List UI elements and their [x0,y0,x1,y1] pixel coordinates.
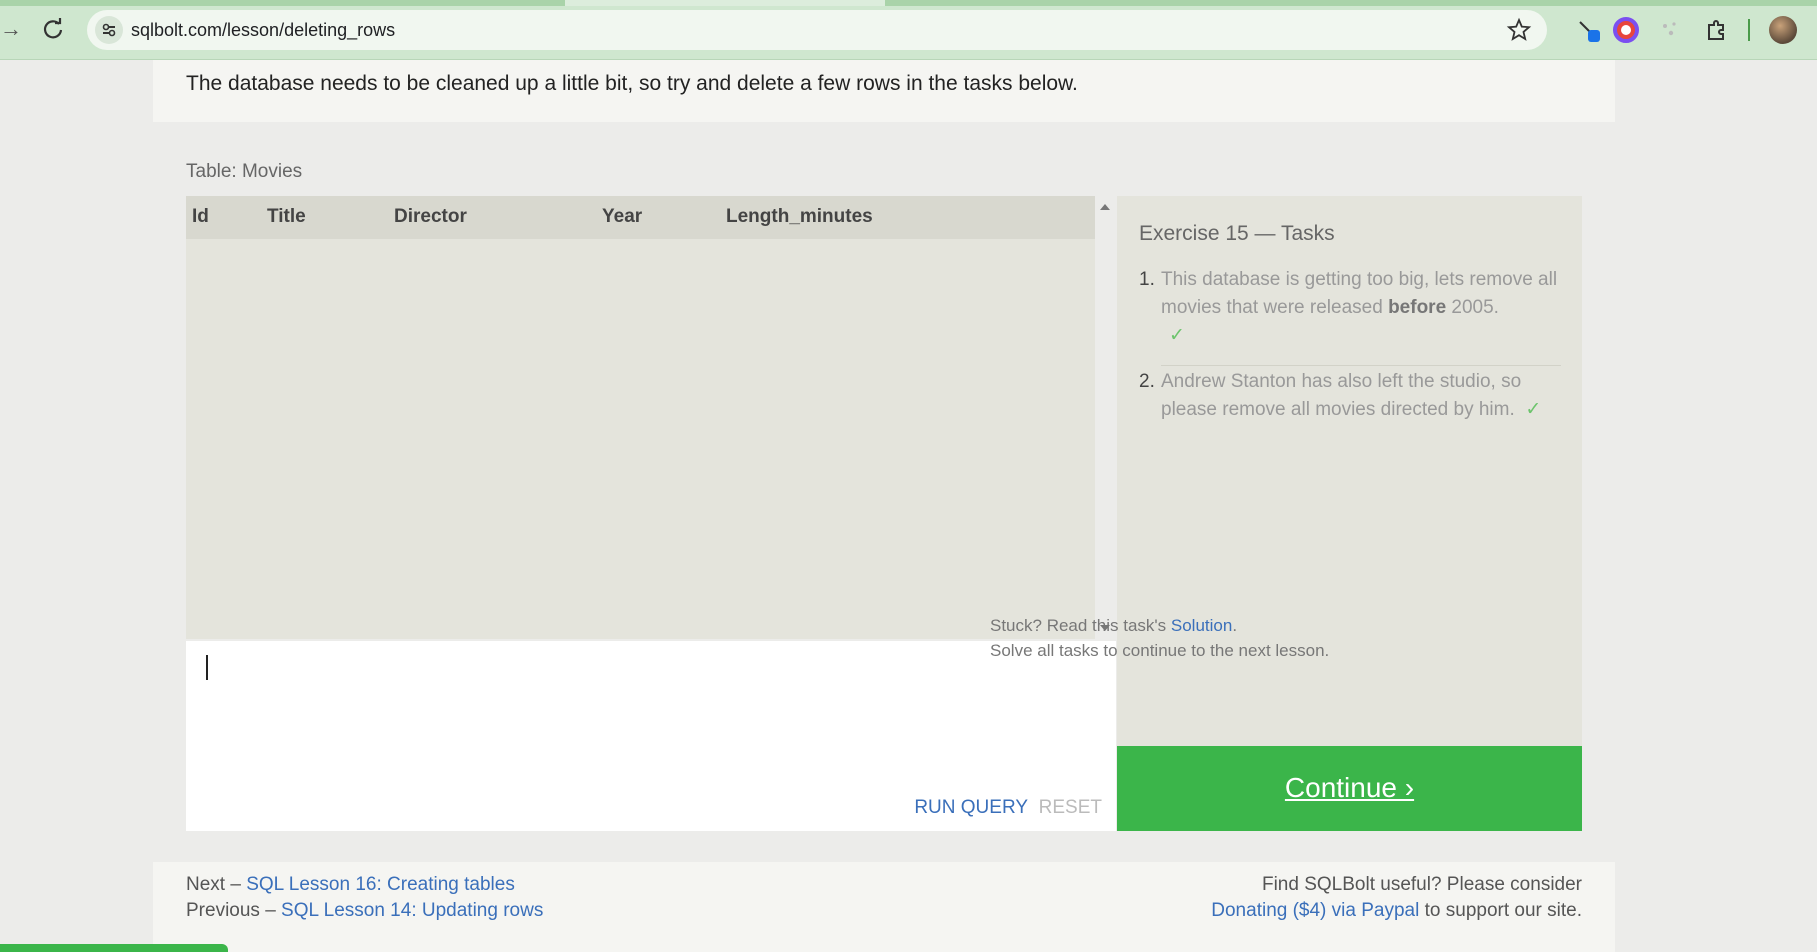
browser-toolbar: → sqlbolt.com/lesson/deleting_rows [0,0,1817,60]
previous-lesson-line: Previous – SQL Lesson 14: Updating rows [186,900,544,921]
extension-pen-icon[interactable] [1574,16,1602,44]
column-header-length-minutes: Length_minutes [726,206,873,227]
column-header-director: Director [394,206,467,227]
scroll-up-arrow-icon[interactable] [1100,204,1110,210]
tasks-title: Exercise 15 — Tasks [1139,222,1335,245]
table-caption: Table: Movies [186,161,303,182]
query-results-table: Id Title Director Year Length_minutes [186,196,1116,639]
continue-label[interactable]: Continue › [1117,772,1582,804]
continue-button[interactable]: Continue › [1117,746,1582,831]
task-divider [1161,365,1561,366]
sql-query-editor[interactable]: RUN QUERY RESET [186,641,1116,831]
task-complete-check-icon: ✓ [1169,325,1185,346]
extensions-puzzle-icon[interactable] [1702,16,1730,44]
text-cursor [206,655,208,680]
reset-button[interactable]: RESET [1039,797,1102,819]
profile-avatar[interactable] [1769,16,1797,44]
column-header-title: Title [267,206,306,227]
toolbar-divider [1748,19,1750,41]
task-number: 2. [1139,371,1155,392]
bookmark-star-icon[interactable] [1505,16,1533,44]
column-header-id: Id [192,206,209,227]
page-load-progress [0,0,1817,6]
task-complete-check-icon: ✓ [1525,399,1542,420]
site-info-icon[interactable] [95,16,123,44]
next-lesson-line: Next – SQL Lesson 16: Creating tables [186,874,515,895]
run-query-button[interactable]: RUN QUERY [914,797,1028,819]
lesson-page: The database needs to be cleaned up a li… [153,60,1615,952]
forward-icon[interactable]: → [0,17,22,41]
task-number: 1. [1139,269,1155,290]
solution-link[interactable]: Solution [1171,616,1232,635]
results-scrollbar[interactable] [1095,196,1116,639]
stuck-hint: Stuck? Read this task's Solution. [990,616,1238,635]
table-header-row: Id Title Director Year Length_minutes [186,196,1095,239]
donate-link[interactable]: Donating ($4) via Paypal [1211,900,1419,921]
lesson-intro-text: The database needs to be cleaned up a li… [186,72,1078,95]
solve-all-hint: Solve all tasks to continue to the next … [990,641,1330,660]
previous-lesson-link[interactable]: SQL Lesson 14: Updating rows [281,900,543,921]
extension-color-icon[interactable] [1612,16,1640,44]
url-text[interactable]: sqlbolt.com/lesson/deleting_rows [131,20,395,41]
address-bar[interactable]: sqlbolt.com/lesson/deleting_rows [87,10,1547,50]
extension-sparkle-icon[interactable] [1656,16,1684,44]
support-text: Find SQLBolt useful? Please consider [1261,874,1582,895]
reload-icon[interactable] [40,16,66,42]
task-text: This database is getting too big, lets r… [1161,269,1558,346]
status-bubble [0,944,228,952]
next-lesson-link[interactable]: SQL Lesson 16: Creating tables [246,874,515,895]
donate-line: Donating ($4) via Paypal to support our … [1211,900,1582,921]
column-header-year: Year [602,206,643,227]
footer-nav: Next – SQL Lesson 16: Creating tables Pr… [153,862,1615,952]
intro-section: The database needs to be cleaned up a li… [153,60,1615,122]
task-text: Andrew Stanton has also left the studio,… [1161,371,1542,420]
tasks-panel: Exercise 15 — Tasks 1. This database is … [1117,196,1582,746]
